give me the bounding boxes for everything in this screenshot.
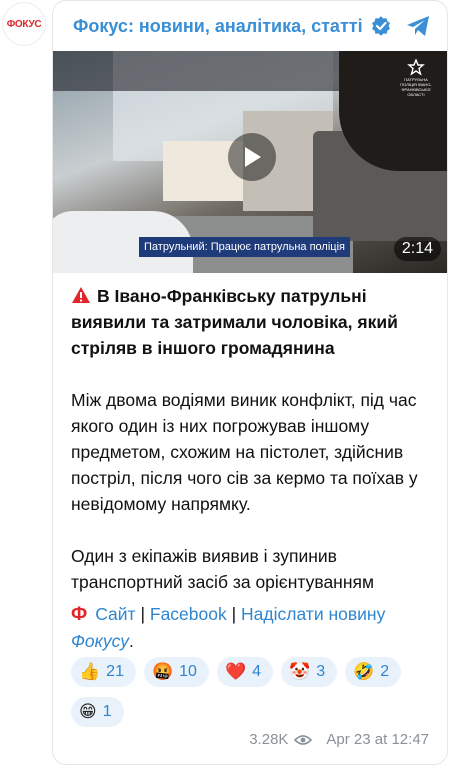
focus-logo-icon: Ф [71,604,88,625]
reaction-count: 10 [179,663,197,680]
message-header: Фокус: новини, аналітика, статті [53,1,447,51]
reaction-count: 4 [252,663,262,680]
message-timestamp: Apr 23 at 12:47 [326,731,429,748]
post-links: Ф Сайт | Facebook | Надіслати новину Фоку… [71,601,437,654]
link-separator: | [140,604,145,624]
reaction-count: 3 [316,663,326,680]
reaction-thumbs-up[interactable]: 👍 21 [71,657,136,687]
post-headline: В Івано-Франківську патрульні виявили та… [71,283,437,361]
rofl-icon: 🤣 [353,662,375,682]
focus-link[interactable]: Фокусу [71,631,129,651]
channel-avatar-text: ФОКУС [6,18,42,30]
clown-icon: 🤡 [289,662,311,682]
facebook-link[interactable]: Facebook [150,604,227,624]
site-link[interactable]: Сайт [95,604,135,624]
police-logo-text: ПАТРУЛЬНА ПОЛІЦІЯ ІВАНО-ФРАНКІВСЬКОЇ ОБЛ… [400,77,432,97]
message-bubble: Фокус: новини, аналітика, статті ПАТРУЛЬ… [52,0,448,765]
reaction-count: 2 [380,663,390,680]
link-separator: | [231,604,237,624]
post-headline-text: В Івано-Франківську патрульні виявили та… [71,286,398,358]
message-footer: 3.28K Apr 23 at 12:47 [249,731,429,748]
police-badge-icon [407,59,425,76]
reaction-clown[interactable]: 🤡 3 [281,657,338,687]
play-button[interactable] [228,133,276,181]
post-content: В Івано-Франківську патрульні виявили та… [71,283,437,595]
reaction-count: 21 [106,663,124,680]
post-paragraph: Між двома водіями виник конфлікт, під ча… [71,390,418,514]
reaction-grin[interactable]: 😁 1 [71,697,124,727]
reaction-count: 1 [102,703,112,720]
reactions-bar: 👍 21 🤬 10 ❤️ 4 🤡 3 🤣 2 😁 1 [71,657,437,727]
channel-avatar[interactable]: ФОКУС [2,2,46,46]
video-caption: Патрульний: Працює патрульна поліція [139,237,350,257]
channel-title[interactable]: Фокус: новини, аналітика, статті [73,16,363,37]
post-paragraph: Один з екіпажів виявив і зупинив транспо… [71,546,375,592]
heart-icon: ❤️ [224,662,247,682]
period: . [128,631,134,651]
telegram-icon[interactable] [405,13,431,39]
angry-face-icon: 🤬 [151,662,174,682]
warning-icon [72,287,90,303]
police-logo: ПАТРУЛЬНА ПОЛІЦІЯ ІВАНО-ФРАНКІВСЬКОЇ ОБЛ… [397,59,435,97]
eye-icon [294,734,313,745]
thumbs-up-icon: 👍 [79,662,101,682]
video-player[interactable]: ПАТРУЛЬНА ПОЛІЦІЯ ІВАНО-ФРАНКІВСЬКОЇ ОБЛ… [53,51,447,273]
reaction-angry[interactable]: 🤬 10 [143,657,209,687]
reaction-rofl[interactable]: 🤣 2 [345,657,402,687]
reaction-heart[interactable]: ❤️ 4 [216,657,274,687]
verified-badge-icon [371,16,390,36]
play-icon [245,147,261,167]
video-duration: 2:14 [393,237,441,261]
grin-icon: 😁 [79,702,97,722]
send-news-link[interactable]: Надіслати новину [241,604,385,624]
view-count: 3.28K [249,731,289,748]
